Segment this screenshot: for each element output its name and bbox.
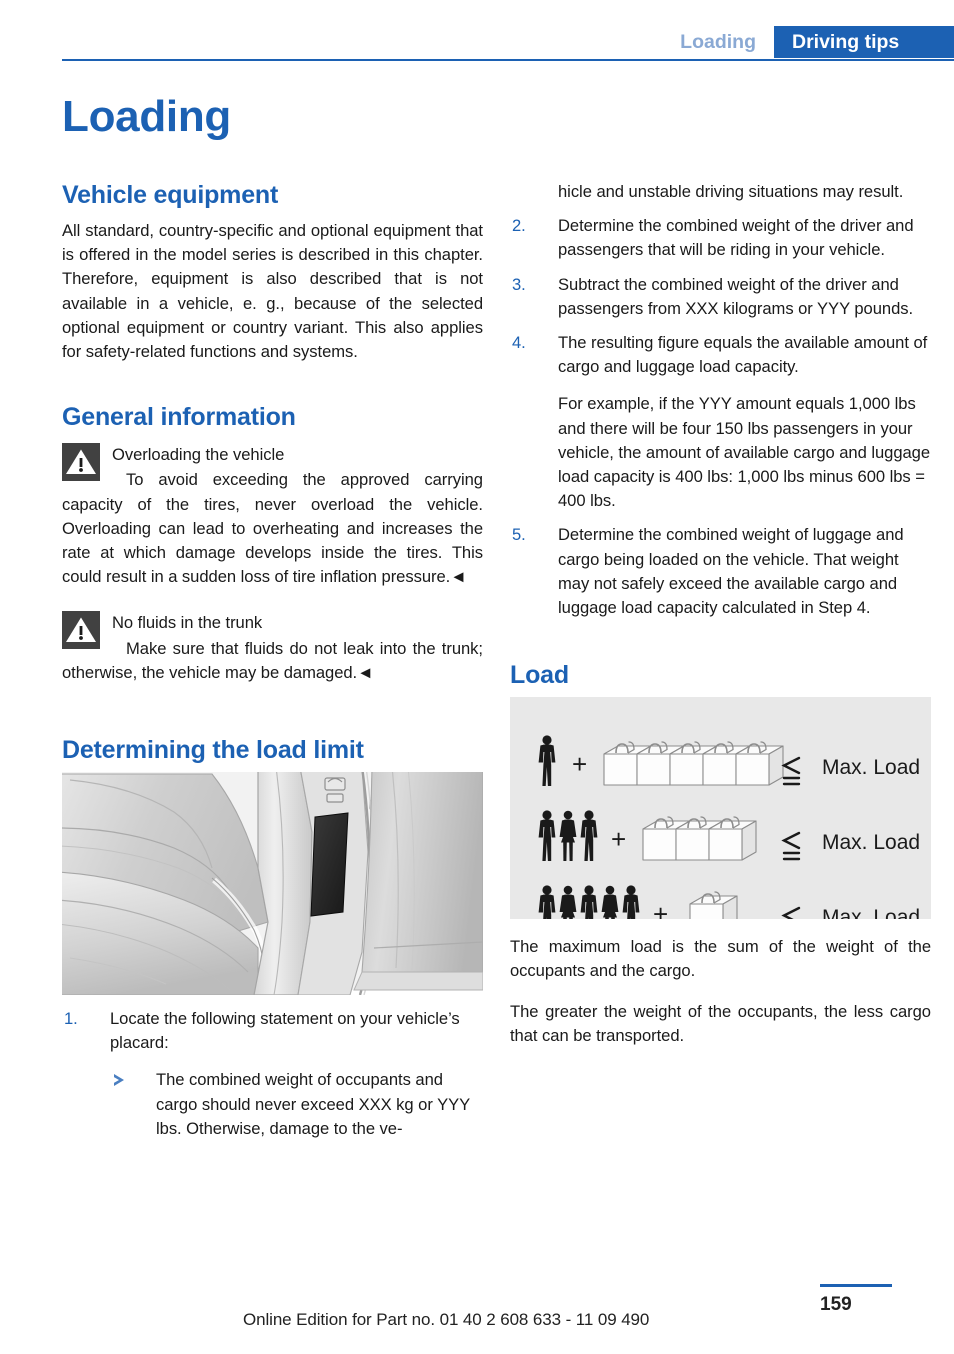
warning-text: Make sure that fluids do not leak into t… — [62, 638, 483, 682]
tab-loading[interactable]: Loading — [670, 26, 774, 58]
paragraph-vehicle-equipment: All standard, country-specific and optio… — [62, 221, 483, 362]
page-footer: 159 Online Edition for Part no. 01 40 2 … — [0, 1274, 954, 1354]
warning-triangle-icon — [62, 443, 100, 482]
step-number: 3. — [512, 274, 526, 294]
footer-divider — [820, 1284, 892, 1287]
step-number: 4. — [512, 333, 526, 353]
list-item: 3. Subtract the combined weight of the d… — [510, 273, 931, 321]
svg-text:Max. Load: Max. Load — [822, 831, 920, 854]
figure-car-seat-placard — [62, 772, 483, 996]
page-title: Loading — [62, 92, 231, 141]
step-number: 1. — [64, 1009, 78, 1029]
step-text: Locate the following statement on your v… — [110, 1009, 460, 1053]
step-continuation-text: hicle and unstable driving situations ma… — [558, 182, 904, 201]
warning-triangle-icon — [62, 611, 100, 650]
sub-bullet-text: The combined weight of occupants and car… — [156, 1070, 470, 1138]
step-text: Determine the combined weight of luggage… — [558, 525, 904, 618]
warning-no-fluids-trunk: No fluids in the trunk Make sure that fl… — [62, 609, 483, 685]
heading-vehicle-equipment: Vehicle equipment — [62, 181, 279, 209]
svg-text:+: + — [611, 824, 626, 854]
bullet-triangle-icon — [112, 1074, 124, 1087]
warning-overloading-vehicle: Overloading the vehicle To avoid exceedi… — [62, 441, 483, 589]
paragraph-max-load: The maximum load is the sum of the weigh… — [510, 937, 931, 981]
svg-text:+: + — [572, 749, 587, 779]
list-item: 4. The resulting figure equals the avail… — [510, 331, 931, 513]
heading-determining-load-limit: Determining the load limit — [62, 736, 364, 765]
page-number: 159 — [820, 1294, 852, 1315]
page-header: Loading Driving tips — [0, 0, 954, 72]
step-number: 5. — [512, 525, 526, 545]
load-limit-steps-right: hicle and unstable driving situations ma… — [510, 180, 931, 620]
heading-load: Load — [510, 661, 569, 690]
heading-general-information: General information — [62, 403, 296, 432]
list-item: 1. Locate the following statement on you… — [62, 1007, 483, 1141]
load-limit-steps-left: 1. Locate the following statement on you… — [62, 1007, 483, 1141]
right-column: hicle and unstable driving situations ma… — [510, 180, 931, 1048]
svg-text:Max. Load: Max. Load — [822, 756, 920, 779]
step-text: The resulting figure equals the availabl… — [558, 333, 928, 377]
header-tabs: Loading Driving tips — [670, 26, 954, 58]
figure-load-diagram: + Max. Load + Max. Load + Max. Load — [510, 697, 931, 920]
step-text: Subtract the combined weight of the driv… — [558, 274, 914, 318]
header-divider — [62, 59, 954, 61]
sub-bullet-list: The combined weight of occupants and car… — [110, 1068, 483, 1141]
list-item: 2. Determine the combined weight of the … — [510, 214, 931, 262]
paragraph-occupant-weight: The greater the weight of the occupants,… — [510, 1001, 931, 1045]
warning-title: Overloading the vehicle — [112, 445, 285, 465]
step-text: Determine the combined weight of the dri… — [558, 216, 914, 260]
list-item-continuation: hicle and unstable driving situations ma… — [510, 180, 931, 204]
svg-text:Max. Load: Max. Load — [822, 906, 920, 919]
edition-notice: Online Edition for Part no. 01 40 2 608 … — [243, 1310, 650, 1329]
left-column: Vehicle equipment All standard, country-… — [62, 180, 483, 1151]
step-number: 2. — [512, 216, 526, 236]
warning-title: No fluids in the trunk — [112, 613, 263, 633]
list-item: The combined weight of occupants and car… — [110, 1068, 483, 1141]
warning-text: To avoid exceeding the approved carrying… — [62, 470, 483, 587]
step-continuation-text: For example, if the YYY amount equals 1,… — [558, 394, 931, 511]
list-item: 5. Determine the combined weight of lugg… — [510, 523, 931, 620]
tab-driving-tips[interactable]: Driving tips — [774, 26, 954, 58]
svg-text:+: + — [653, 899, 668, 919]
